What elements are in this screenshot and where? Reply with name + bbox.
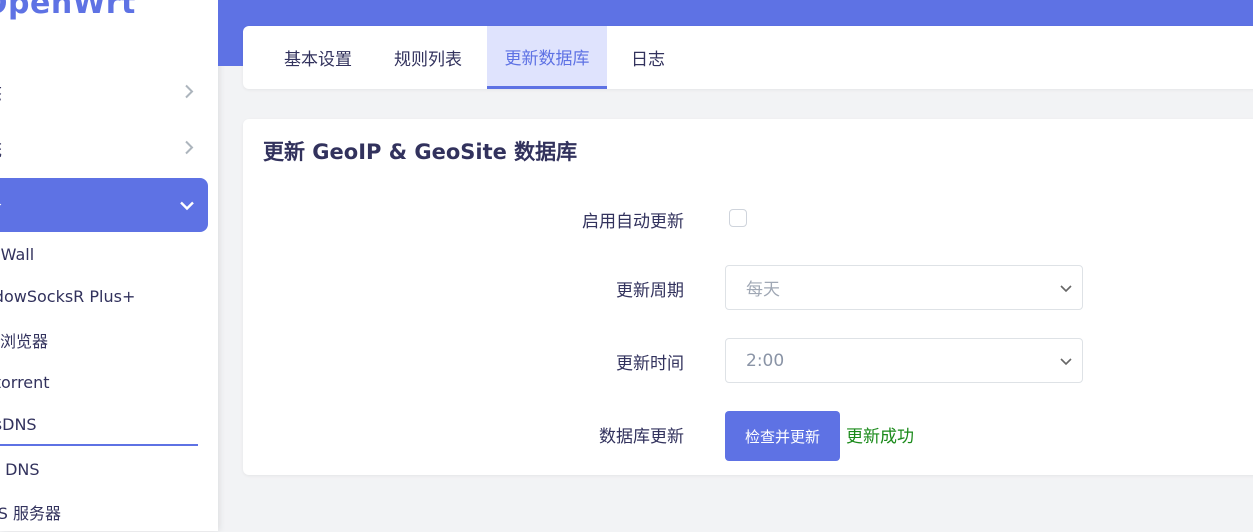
auto-update-checkbox[interactable] (729, 209, 747, 227)
update-time-label: 更新时间 (616, 354, 684, 374)
sidebar: OpenWrt 态 统 务 ssWall adowSocksR Plus+ 件浏… (0, 0, 218, 531)
sidebar-item-system[interactable]: 统 (0, 122, 208, 176)
sidebar-subitem-qbittorrent[interactable]: ittorrent (0, 362, 200, 402)
sidebar-item-label: 务 (0, 192, 2, 218)
check-and-update-button[interactable]: 检查并更新 (725, 411, 840, 461)
sidebar-item-label: 统 (0, 136, 2, 162)
tab-bar: 基本设置 规则列表 更新数据库 日志 (243, 26, 1253, 89)
update-time-select[interactable]: 2:00 (725, 338, 1083, 383)
sidebar-subitem-shadowsocksr[interactable]: adowSocksR Plus+ (0, 276, 200, 316)
sidebar-subitem-file-browser[interactable]: 件浏览器 (0, 320, 200, 360)
chevron-down-icon (180, 195, 194, 216)
sidebar-subitem-label: ssWall (0, 244, 35, 264)
update-time-value: 2:00 (746, 350, 785, 371)
sidebar-subitem-label: ittorrent (0, 372, 50, 392)
sidebar-subitem-dynamic-dns[interactable]: 态 DNS (0, 448, 200, 488)
chevron-right-icon (184, 139, 194, 160)
sidebar-subitem-label: osDNS (0, 414, 37, 434)
chevron-down-icon (1060, 351, 1072, 371)
sidebar-subitem-label: 态 DNS (0, 460, 40, 479)
sidebar-subitem-kms-server[interactable]: MS 服务器 (0, 492, 200, 532)
sidebar-subitem-label: adowSocksR Plus+ (0, 286, 136, 306)
tab-basic-settings[interactable]: 基本设置 (268, 26, 368, 89)
tab-rule-list[interactable]: 规则列表 (378, 26, 478, 89)
auto-update-label: 启用自动更新 (582, 212, 684, 232)
chevron-down-icon (1060, 278, 1072, 298)
sidebar-item-label: 态 (0, 80, 2, 106)
update-period-value: 每天 (746, 280, 780, 300)
update-period-select[interactable]: 每天 (725, 265, 1083, 310)
tab-log[interactable]: 日志 (618, 26, 678, 89)
update-status-text: 更新成功 (846, 427, 914, 447)
sidebar-item-services[interactable]: 务 (0, 178, 208, 232)
sidebar-subitem-label: MS 服务器 (0, 504, 62, 523)
section-title: 更新 GeoIP & GeoSite 数据库 (263, 140, 578, 164)
chevron-right-icon (184, 83, 194, 104)
tab-update-database[interactable]: 更新数据库 (487, 26, 607, 89)
app-logo[interactable]: OpenWrt (0, 0, 136, 30)
sidebar-subitem-label: 件浏览器 (0, 332, 49, 351)
sidebar-subitem-mosdns[interactable]: osDNS (0, 404, 198, 446)
sidebar-item-status[interactable]: 态 (0, 66, 208, 120)
sidebar-subitem-passwall[interactable]: ssWall (0, 234, 200, 274)
update-database-section: 更新 GeoIP & GeoSite 数据库 启用自动更新 更新周期 每天 更新… (243, 119, 1253, 475)
update-period-label: 更新周期 (616, 281, 684, 301)
database-update-label: 数据库更新 (599, 427, 684, 447)
